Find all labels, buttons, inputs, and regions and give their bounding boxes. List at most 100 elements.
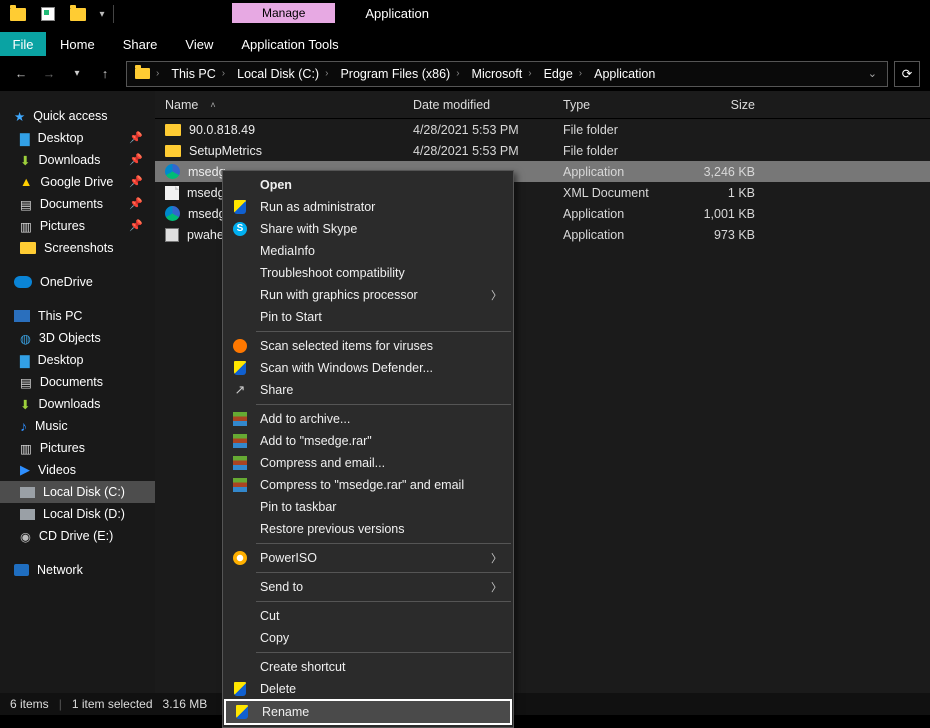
nav-recent-dropdown[interactable]: ▾ [66,63,88,85]
ctx-restore-previous-versions[interactable]: Restore previous versions [224,518,512,540]
file-type: XML Document [563,186,683,200]
column-header-date[interactable]: Date modified [413,98,563,112]
status-selection-size: 3.16 MB [163,697,208,711]
ctx-rename[interactable]: Rename [224,699,512,725]
ctx-send-to[interactable]: Send to〉 [224,576,512,598]
ctx-troubleshoot-compatibility[interactable]: Troubleshoot compatibility [224,262,512,284]
nav-local-disk-d[interactable]: Local Disk (D:) [0,503,155,525]
folder-icon [165,124,181,136]
breadcrumb-application[interactable]: Application [590,62,659,86]
nav-network[interactable]: Network [0,559,155,581]
ctx-compress-and-email[interactable]: Compress and email... [224,452,512,474]
status-item-count: 6 items [10,697,49,711]
nav-up-button[interactable]: ↑ [94,63,116,85]
file-date: 4/28/2021 5:53 PM [413,123,563,137]
breadcrumb-local-disk-c[interactable]: Local Disk (C:)› [233,62,334,86]
ctx-pin-to-taskbar[interactable]: Pin to taskbar [224,496,512,518]
file-size: 973 KB [683,228,763,242]
nav-quick-pictures[interactable]: ▥Pictures📌 [0,215,155,237]
ctx-pin-to-start[interactable]: Pin to Start [224,306,512,328]
breadcrumb-root-icon[interactable]: › [131,62,165,86]
ctx-share[interactable]: ↗Share [224,379,512,401]
address-bar[interactable]: › This PC› Local Disk (C:)› Program File… [126,61,888,87]
ctx-compress-to-rar-and-email[interactable]: Compress to "msedge.rar" and email [224,474,512,496]
ribbon-tab-view[interactable]: View [171,32,227,56]
ctx-scan-for-viruses[interactable]: Scan selected items for viruses [224,335,512,357]
nav-pictures[interactable]: ▥Pictures [0,437,155,459]
nav-3d-objects[interactable]: ◍3D Objects [0,327,155,349]
column-header-type[interactable]: Type [563,98,683,112]
breadcrumb-edge[interactable]: Edge› [540,62,589,86]
ribbon-file-tab[interactable]: File [0,32,46,56]
shield-icon [236,705,248,719]
submenu-arrow-icon: 〉 [491,550,502,566]
column-header-name[interactable]: Name˄ [155,98,413,112]
ctx-create-shortcut[interactable]: Create shortcut [224,656,512,678]
file-type: File folder [563,123,683,137]
nav-quick-downloads[interactable]: ⬇Downloads📌 [0,149,155,171]
edge-icon [165,206,180,221]
ctx-cut[interactable]: Cut [224,605,512,627]
nav-quick-screenshots[interactable]: Screenshots [0,237,155,259]
defender-shield-icon [234,361,246,375]
submenu-arrow-icon: 〉 [491,287,502,303]
nav-music[interactable]: ♪Music [0,415,155,437]
nav-cd-drive-e[interactable]: ◉CD Drive (E:) [0,525,155,547]
nav-downloads[interactable]: ⬇Downloads [0,393,155,415]
nav-onedrive[interactable]: OneDrive [0,271,155,293]
qat-folder-icon[interactable] [3,1,33,27]
file-size: 1,001 KB [683,207,763,221]
share-icon: ↗ [232,382,248,398]
folder-icon [165,145,181,157]
column-header-row: Name˄ Date modified Type Size [155,91,930,119]
file-name: msedg [187,186,225,200]
ctx-run-with-graphics-processor[interactable]: Run with graphics processor〉 [224,284,512,306]
file-name: 90.0.818.49 [189,123,255,137]
file-name: pwahe [187,228,224,242]
nav-quick-access[interactable]: ★Quick access [0,105,155,127]
nav-quick-desktop[interactable]: ▇Desktop📌 [0,127,155,149]
ctx-share-with-skype[interactable]: SShare with Skype [224,218,512,240]
ribbon-tab-application-tools[interactable]: Application Tools [227,32,352,56]
nav-quick-documents[interactable]: ▤Documents📌 [0,193,155,215]
nav-pane[interactable]: ★Quick access ▇Desktop📌 ⬇Downloads📌 ▲Goo… [0,91,155,694]
ctx-add-to-archive[interactable]: Add to archive... [224,408,512,430]
navbar: ← → ▾ ↑ › This PC› Local Disk (C:)› Prog… [0,57,930,91]
refresh-button[interactable]: ⟳ [894,61,920,87]
nav-this-pc[interactable]: This PC [0,305,155,327]
qat-open-folder-icon[interactable] [63,1,93,27]
ctx-poweriso[interactable]: PowerISO〉 [224,547,512,569]
ribbon-context-manage[interactable]: Manage [232,3,335,23]
column-header-size[interactable]: Size [683,98,763,112]
pin-icon: 📌 [129,131,143,144]
winrar-icon [233,478,247,492]
file-row[interactable]: 90.0.818.49 4/28/2021 5:53 PMFile folder [155,119,930,140]
ctx-mediainfo[interactable]: MediaInfo [224,240,512,262]
ctx-delete[interactable]: Delete [224,678,512,700]
nav-back-button[interactable]: ← [10,63,32,85]
qat-dropdown-icon[interactable]: ▾ [93,1,111,27]
ctx-add-to-msedge-rar[interactable]: Add to "msedge.rar" [224,430,512,452]
nav-videos[interactable]: ▶Videos [0,459,155,481]
winrar-icon [233,456,247,470]
nav-local-disk-c[interactable]: Local Disk (C:) [0,481,155,503]
nav-documents[interactable]: ▤Documents [0,371,155,393]
file-size: 1 KB [683,186,763,200]
nav-quick-google-drive[interactable]: ▲Google Drive📌 [0,171,155,193]
ribbon-context-title: Application [365,6,429,21]
breadcrumb-program-files-x86[interactable]: Program Files (x86)› [336,62,465,86]
breadcrumb-this-pc[interactable]: This PC› [167,62,231,86]
ribbon-tab-home[interactable]: Home [46,32,109,56]
breadcrumb-microsoft[interactable]: Microsoft› [468,62,538,86]
address-dropdown-icon[interactable]: ⌄ [868,67,877,80]
ctx-open[interactable]: Open [224,174,512,196]
ctx-copy[interactable]: Copy [224,627,512,649]
qat-properties-icon[interactable] [33,1,63,27]
ctx-run-as-administrator[interactable]: Run as administrator [224,196,512,218]
nav-forward-button[interactable]: → [38,63,60,85]
ctx-scan-with-defender[interactable]: Scan with Windows Defender... [224,357,512,379]
ribbon-tab-share[interactable]: Share [109,32,172,56]
poweriso-icon [233,551,247,565]
nav-desktop[interactable]: ▇Desktop [0,349,155,371]
file-row[interactable]: SetupMetrics4/28/2021 5:53 PMFile folder [155,140,930,161]
